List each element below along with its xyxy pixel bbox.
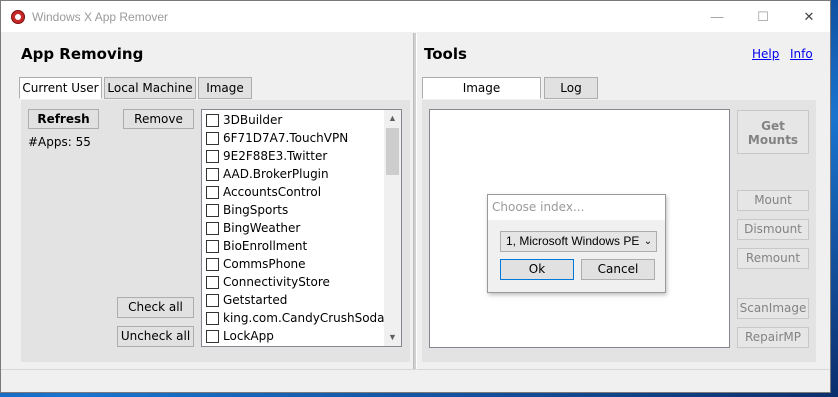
list-scrollbar[interactable]: ▲ ▼ — [384, 110, 401, 346]
info-link[interactable]: Info — [790, 47, 813, 61]
checkbox[interactable] — [206, 330, 219, 343]
remove-button[interactable]: Remove — [123, 109, 194, 129]
app-name: AccountsControl — [223, 185, 322, 199]
list-item[interactable]: AccountsControl — [202, 184, 384, 202]
app-name: LockApp — [223, 329, 274, 343]
tab-current-user[interactable]: Current User — [19, 77, 102, 99]
title-bar: Windows X App Remover — ☐ ✕ — [1, 1, 830, 32]
chevron-down-icon[interactable]: ⌄ — [640, 232, 656, 251]
list-item[interactable]: king.com.CandyCrushSodaSaga — [202, 310, 384, 328]
app-checklist: 3DBuilder 6F71D7A7.TouchVPN 9E2F88E3.Twitt… — [201, 109, 402, 347]
scroll-thumb[interactable] — [386, 128, 399, 175]
app-name: BingWeather — [223, 221, 301, 235]
checkbox[interactable] — [206, 276, 219, 289]
checkbox[interactable] — [206, 294, 219, 307]
app-name: Getstarted — [223, 293, 288, 307]
dialog-title: Choose index... — [488, 195, 665, 220]
status-bar — [1, 369, 830, 392]
checkbox[interactable] — [206, 168, 219, 181]
help-link[interactable]: Help — [752, 47, 779, 61]
list-item[interactable]: Getstarted — [202, 292, 384, 310]
list-item[interactable]: 6F71D7A7.TouchVPN — [202, 130, 384, 148]
list-item[interactable]: BingWeather — [202, 220, 384, 238]
app-name: king.com.CandyCrushSodaSaga — [223, 311, 384, 325]
scanimage-button[interactable]: ScanImage — [737, 298, 809, 319]
app-name: BioEnrollment — [223, 239, 308, 253]
app-name: AAD.BrokerPlugin — [223, 167, 329, 181]
dismount-button[interactable]: Dismount — [737, 219, 809, 240]
app-name: CommsPhone — [223, 257, 306, 271]
list-item[interactable]: ConnectivityStore — [202, 274, 384, 292]
list-item[interactable]: AAD.BrokerPlugin — [202, 166, 384, 184]
check-all-button[interactable]: Check all — [117, 297, 194, 318]
checkbox[interactable] — [206, 258, 219, 271]
refresh-button[interactable]: Refresh — [28, 109, 99, 129]
app-window: Windows X App Remover — ☐ ✕ App Removing… — [0, 0, 831, 393]
close-button[interactable]: ✕ — [786, 1, 832, 32]
list-item[interactable]: 3DBuilder — [202, 112, 384, 130]
list-item[interactable]: CommsPhone — [202, 256, 384, 274]
checkbox[interactable] — [206, 240, 219, 253]
get-mounts-button[interactable]: Get Mounts — [737, 110, 809, 154]
list-item[interactable]: 9E2F88E3.Twitter — [202, 148, 384, 166]
tab-local-machine[interactable]: Local Machine — [104, 77, 196, 99]
choose-index-dialog: Choose index... 1, Microsoft Windows PE … — [487, 194, 666, 293]
maximize-button[interactable]: ☐ — [740, 1, 786, 32]
scroll-down-icon[interactable]: ▼ — [384, 329, 401, 346]
apps-count: #Apps: 55 — [28, 135, 91, 149]
app-name: 9E2F88E3.Twitter — [223, 149, 328, 163]
app-name: BingSports — [223, 203, 289, 217]
uncheck-all-button[interactable]: Uncheck all — [117, 326, 194, 347]
app-name: 3DBuilder — [223, 113, 283, 127]
app-name: 6F71D7A7.TouchVPN — [223, 131, 349, 145]
repairmp-button[interactable]: RepairMP — [737, 327, 809, 348]
tab-image-management[interactable]: Image Management — [422, 77, 541, 115]
index-select[interactable]: 1, Microsoft Windows PE (x86) ⌄ — [500, 231, 657, 252]
app-logo-icon — [11, 10, 25, 24]
tab-image[interactable]: Image — [198, 77, 252, 99]
checkbox[interactable] — [206, 222, 219, 235]
remount-button[interactable]: Remount — [737, 248, 809, 269]
checkbox[interactable] — [206, 186, 219, 199]
list-item[interactable]: LockApp — [202, 328, 384, 346]
checkbox[interactable] — [206, 132, 219, 145]
checkbox[interactable] — [206, 204, 219, 217]
ok-button[interactable]: Ok — [500, 259, 574, 280]
cancel-button[interactable]: Cancel — [581, 259, 655, 280]
window-title: Windows X App Remover — [32, 10, 169, 24]
minimize-button[interactable]: — — [694, 1, 740, 32]
scroll-up-icon[interactable]: ▲ — [384, 110, 401, 127]
list-item[interactable]: BingSports — [202, 202, 384, 220]
panel-splitter[interactable] — [413, 33, 417, 369]
app-name: ConnectivityStore — [223, 275, 330, 289]
mount-button[interactable]: Mount — [737, 190, 809, 211]
checkbox[interactable] — [206, 114, 219, 127]
checkbox[interactable] — [206, 312, 219, 325]
app-removing-heading: App Removing — [21, 45, 144, 63]
list-item[interactable]: BioEnrollment — [202, 238, 384, 256]
tab-log[interactable]: Log — [544, 77, 598, 99]
index-select-value: 1, Microsoft Windows PE (x86) — [506, 234, 657, 248]
tools-heading: Tools — [424, 45, 467, 63]
checkbox[interactable] — [206, 150, 219, 163]
